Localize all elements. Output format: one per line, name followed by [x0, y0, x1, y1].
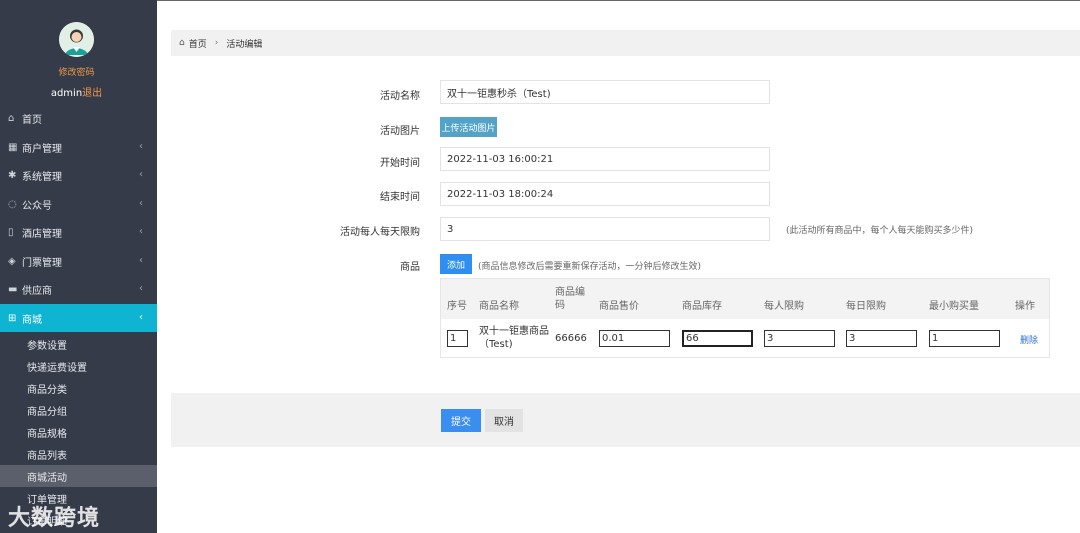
nav-item-label: 系统管理 [22, 171, 62, 183]
chevron-left-icon: ‹ [139, 198, 143, 209]
add-goods-button[interactable]: 添加 [440, 254, 472, 274]
change-password-link[interactable]: 修改密码 [0, 65, 153, 78]
daily-limit-label: 活动每人每天限购 [340, 227, 420, 238]
username: admin [50, 88, 83, 99]
breadcrumb: ⌂ 首页 › 活动编辑 [171, 30, 1080, 56]
nav-item-system[interactable]: ✱ 系统管理 ‹ [0, 161, 157, 189]
start-time-label: 开始时间 [380, 158, 420, 169]
th-seq: 序号 [447, 301, 467, 312]
nav-item-mall[interactable]: ⊞ 商城 ‹ [0, 304, 157, 332]
breadcrumb-separator: › [214, 38, 219, 48]
truck-icon: ▬ [8, 283, 18, 295]
watermark: 大数跨境 [8, 506, 101, 531]
nav-item-supplier[interactable]: ▬ 供应商 ‹ [0, 275, 157, 303]
submenu-item[interactable]: 商品分类 [0, 377, 157, 399]
stock-input[interactable]: 66 [682, 330, 753, 347]
user-line: admin退出 [0, 84, 153, 99]
table-row: 1 双十一钜惠商品（Test) 66666 0.01 66 3 3 1 删除 [441, 319, 1049, 357]
th-op: 操作 [1015, 301, 1035, 312]
goods-table: 序号 商品名称 商品编码 商品售价 商品库存 每人限购 每日限购 最小购买量 操… [440, 278, 1050, 358]
per-person-limit-input[interactable]: 3 [764, 330, 835, 347]
submit-button[interactable]: 提交 [441, 409, 481, 432]
building-icon: ▯ [8, 226, 14, 238]
delete-row-link[interactable]: 删除 [1020, 333, 1038, 346]
per-day-limit-input[interactable]: 3 [846, 330, 917, 347]
chevron-left-icon: ‹ [139, 283, 143, 294]
nav-item-merchant[interactable]: ▦ 商户管理 ‹ [0, 133, 157, 161]
chevron-left-icon: ‹ [139, 141, 143, 152]
submenu-item[interactable]: 商品分组 [0, 399, 157, 421]
submenu-item[interactable]: 商品列表 [0, 443, 157, 465]
goods-label: 商品 [400, 262, 420, 273]
submenu-item[interactable]: 参数设置 [0, 333, 157, 355]
gear-icon: ✱ [8, 169, 17, 181]
th-name: 商品名称 [479, 301, 519, 312]
goods-code-cell: 66666 [555, 333, 587, 344]
daily-limit-input[interactable]: 3 [440, 217, 770, 241]
upload-image-button[interactable]: 上传活动图片 [440, 117, 497, 137]
th-code: 商品编码 [555, 287, 585, 311]
submenu-item[interactable]: 商品规格 [0, 421, 157, 443]
nav-item-label: 首页 [22, 114, 42, 126]
submenu-item-active[interactable]: 商城活动 [0, 465, 157, 487]
top-divider [157, 0, 1080, 1]
logout-link[interactable]: 退出 [82, 88, 102, 99]
th-min-buy: 最小购买量 [929, 301, 979, 312]
nav-item-label: 商城 [22, 314, 42, 326]
nav-item-label: 酒店管理 [22, 228, 62, 240]
th-stock: 商品库存 [682, 301, 722, 312]
breadcrumb-home[interactable]: 首页 [189, 37, 207, 50]
cart-icon: ⊞ [8, 312, 17, 324]
nav-item-label: 商户管理 [22, 143, 62, 155]
goods-name-cell: 双十一钜惠商品（Test) [479, 326, 549, 350]
breadcrumb-current: 活动编辑 [226, 39, 263, 50]
avatar-icon [59, 22, 94, 57]
home-icon: ⌂ [179, 38, 185, 48]
avatar[interactable] [59, 22, 94, 57]
cancel-button[interactable]: 取消 [485, 409, 523, 432]
nav-item-home[interactable]: ⌂ 首页 [0, 104, 157, 132]
min-buy-input[interactable]: 1 [929, 330, 1000, 347]
nav-item-label: 公众号 [22, 200, 52, 212]
price-input[interactable]: 0.01 [599, 330, 670, 347]
goods-hint: (商品信息修改后需要重新保存活动，一分钟后修改生效) [478, 262, 702, 272]
nav-item-label: 门票管理 [22, 257, 62, 269]
form-actions-bar [171, 393, 1080, 447]
activity-name-label: 活动名称 [380, 91, 420, 102]
th-per-person: 每人限购 [764, 301, 804, 312]
end-time-input[interactable]: 2022-11-03 18:00:24 [440, 182, 770, 206]
activity-name-input[interactable]: 双十一钜惠秒杀（Test) [440, 80, 770, 104]
chevron-left-icon: ‹ [139, 255, 143, 266]
submenu-item[interactable]: 快递运费设置 [0, 355, 157, 377]
grid-icon: ▦ [8, 141, 18, 153]
ticket-icon: ◈ [8, 255, 16, 267]
nav-item-hotel[interactable]: ▯ 酒店管理 ‹ [0, 218, 157, 246]
th-price: 商品售价 [599, 301, 639, 312]
nav-item-official-account[interactable]: ◌ 公众号 ‹ [0, 190, 157, 218]
end-time-label: 结束时间 [380, 192, 420, 203]
chevron-down-icon: ‹ [139, 312, 143, 323]
home-icon: ⌂ [8, 112, 15, 124]
chevron-left-icon: ‹ [139, 169, 143, 180]
seq-input[interactable]: 1 [447, 330, 468, 347]
chevron-left-icon: ‹ [139, 226, 143, 237]
start-time-input[interactable]: 2022-11-03 16:00:21 [440, 147, 770, 171]
chat-icon: ◌ [8, 198, 17, 210]
th-per-day: 每日限购 [846, 301, 886, 312]
nav-item-ticket[interactable]: ◈ 门票管理 ‹ [0, 247, 157, 275]
sidebar: 修改密码 admin退出 ⌂ 首页 ▦ 商户管理 ‹ ✱ 系统管理 ‹ ◌ 公众… [0, 0, 157, 533]
daily-limit-hint: (此活动所有商品中，每个人每天能购买多少件) [786, 226, 974, 236]
activity-image-label: 活动图片 [380, 126, 420, 137]
nav-item-label: 供应商 [22, 285, 52, 297]
